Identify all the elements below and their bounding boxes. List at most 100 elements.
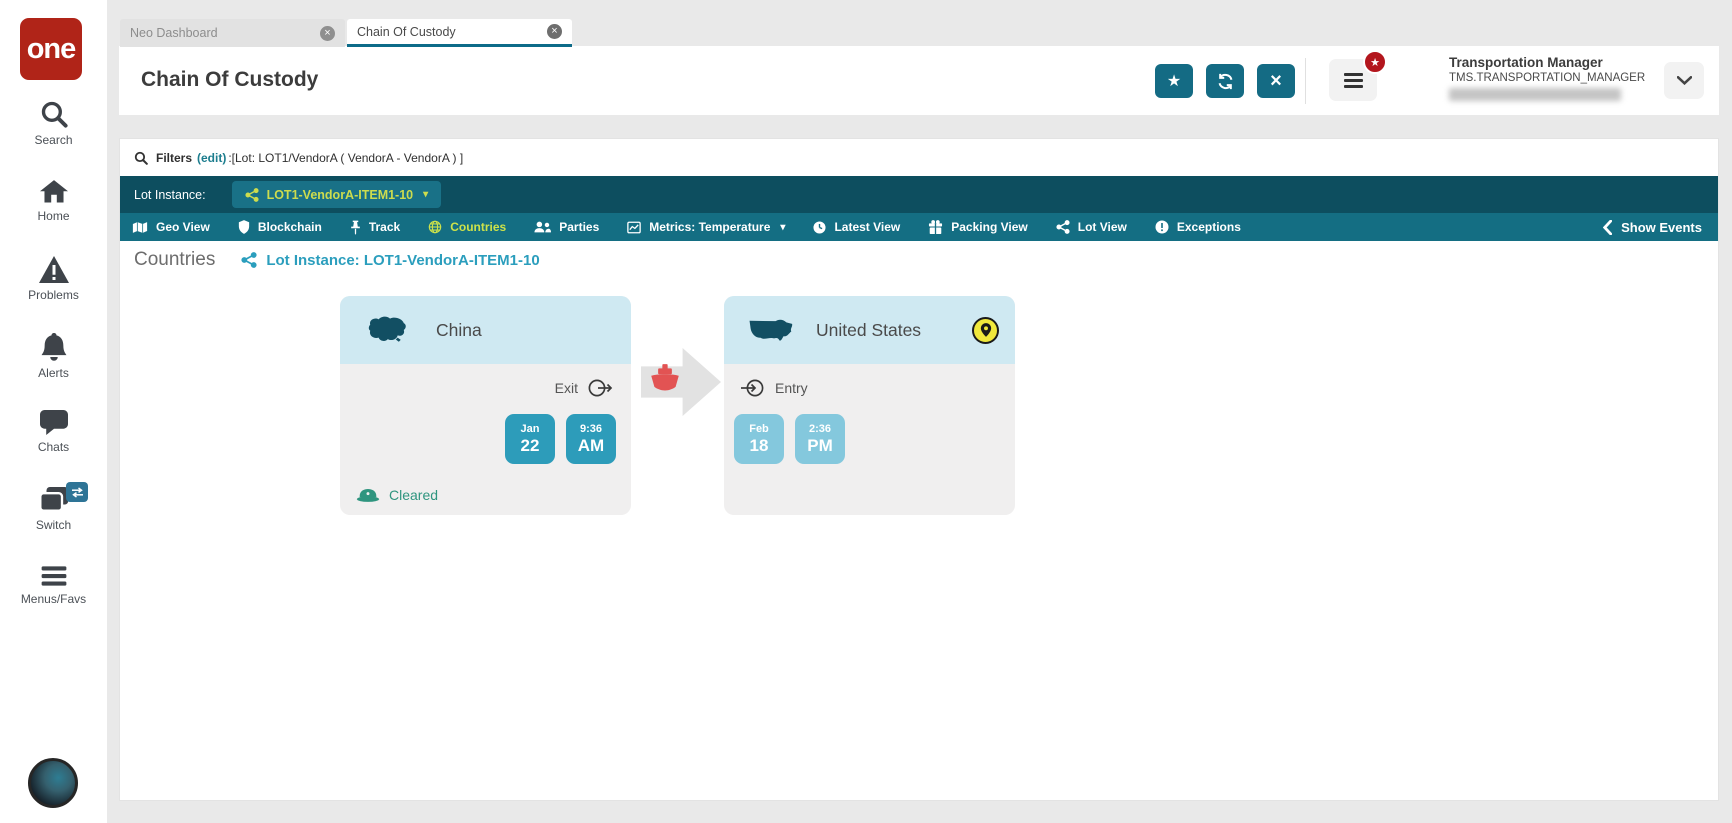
entry-row: Entry	[740, 378, 808, 398]
nav-label: Blockchain	[257, 220, 322, 234]
sidebar-item-alerts[interactable]: Alerts	[0, 333, 107, 380]
sidebar-item-menus-favs[interactable]: Menus/Favs	[0, 565, 107, 606]
lot-instance-link[interactable]: Lot Instance: LOT1-VendorA-ITEM1-10	[241, 252, 540, 269]
switch-windows-icon	[0, 482, 107, 513]
refresh-button[interactable]	[1206, 64, 1244, 98]
tab-close-icon[interactable]: ×	[320, 25, 335, 41]
user-login: TMS.TRANSPORTATION_MANAGER	[1449, 72, 1646, 84]
header-actions: ★ ×	[1155, 64, 1295, 98]
map-icon	[132, 221, 148, 234]
shield-icon	[238, 220, 250, 234]
entry-datetime: Feb 18 2:36 PM	[734, 414, 845, 464]
tab-neo-dashboard[interactable]: Neo Dashboard ×	[120, 19, 345, 47]
chevron-down-icon	[1676, 76, 1692, 85]
tab-close-icon[interactable]: ×	[547, 24, 562, 39]
united-states-map-icon	[748, 315, 794, 345]
tab-track[interactable]: Track	[350, 220, 400, 235]
nav-label: Track	[368, 220, 401, 234]
sidebar-label: Alerts	[38, 366, 69, 380]
share-icon	[245, 187, 259, 202]
filters-edit-link[interactable]: (edit)	[197, 151, 226, 165]
user-avatar[interactable]	[28, 758, 78, 808]
tab-packing-view[interactable]: Packing View	[928, 220, 1028, 234]
time-value: 9:36	[579, 422, 603, 435]
exit-arrow-icon	[587, 378, 613, 398]
one-logo-text: one	[26, 32, 77, 65]
share-icon	[241, 252, 257, 268]
date-month: Feb	[749, 422, 769, 435]
nav-label: Parties	[559, 220, 600, 234]
nav-label: Packing View	[951, 220, 1028, 234]
nav-label: Geo View	[156, 220, 210, 234]
tab-latest-view[interactable]: Latest View	[813, 220, 900, 234]
close-button[interactable]: ×	[1257, 64, 1295, 98]
lot-instance-dropdown[interactable]: LOT1-VendorA-ITEM1-10 ▾	[231, 181, 442, 208]
entry-label: Entry	[775, 380, 808, 396]
tab-geo-view[interactable]: Geo View	[132, 220, 210, 234]
filters-label: Filters	[156, 150, 193, 165]
thumbtack-icon	[350, 220, 361, 235]
globe-icon	[428, 220, 442, 234]
one-logo[interactable]: one	[20, 18, 82, 80]
sidebar-item-chats[interactable]: Chats	[0, 410, 107, 454]
clock-icon	[813, 220, 826, 234]
sidebar-item-switch[interactable]: Switch	[0, 482, 107, 532]
tab-countries[interactable]: Countries	[428, 220, 506, 234]
country-card-header: United States	[724, 296, 1015, 364]
tab-label: Neo Dashboard	[130, 26, 218, 40]
date-day: 22	[520, 435, 540, 455]
content-heading-row: Countries Lot Instance: LOT1-VendorA-ITE…	[134, 249, 540, 271]
star-icon: ★	[1370, 56, 1380, 69]
nav-label: Countries	[450, 220, 507, 234]
sidebar-item-search[interactable]: Search	[0, 100, 107, 147]
notifications-menu-button[interactable]: ★	[1329, 50, 1387, 101]
favorite-button[interactable]: ★	[1155, 64, 1193, 98]
lot-instance-bar: Lot Instance: LOT1-VendorA-ITEM1-10 ▾	[120, 176, 1718, 213]
home-icon	[0, 180, 107, 204]
countries-heading: Countries	[134, 249, 216, 270]
search-icon	[0, 100, 107, 128]
show-events-button[interactable]: Show Events	[1603, 219, 1702, 235]
users-icon	[534, 221, 552, 233]
chat-bubble-icon	[0, 410, 107, 435]
page-header: Chain Of Custody ★ × ★ Transportation Ma…	[119, 46, 1719, 115]
sidebar-item-problems[interactable]: Problems	[0, 256, 107, 302]
country-card-united-states[interactable]: United States Entry Feb 18 2:36 PM	[724, 296, 1015, 515]
sidebar-label: Switch	[35, 518, 72, 532]
china-map-icon	[364, 314, 410, 346]
tab-strip: Neo Dashboard × Chain Of Custody ×	[120, 19, 572, 47]
lot-instance-value: LOT1-VendorA-ITEM1-10	[266, 187, 414, 202]
date-day: 18	[749, 435, 769, 455]
time-meridiem: AM	[577, 435, 605, 455]
packing-icon	[928, 220, 943, 234]
exit-datetime: Jan 22 9:36 AM	[505, 414, 616, 464]
sidebar-item-home[interactable]: Home	[0, 180, 107, 223]
nav-label: Metrics: Temperature	[649, 220, 771, 234]
tab-blockchain[interactable]: Blockchain	[238, 220, 322, 234]
header-divider	[1305, 58, 1306, 104]
chart-line-icon	[627, 221, 642, 234]
caret-down-icon: ▾	[423, 189, 429, 200]
sidebar: one Search Home Problems Alerts Chats Sw…	[0, 0, 107, 823]
country-card-china[interactable]: China Exit Jan 22 9:36 AM Cleared	[340, 296, 631, 515]
ship-icon	[647, 363, 683, 396]
lot-instance-label: Lot Instance:	[134, 187, 206, 202]
sidebar-label: Problems	[28, 288, 79, 302]
tab-parties[interactable]: Parties	[534, 220, 599, 234]
current-location-badge	[972, 316, 999, 344]
main-panel: Filters (edit) :[Lot: LOT1/VendorA ( Ven…	[119, 138, 1719, 801]
tab-exceptions[interactable]: Exceptions	[1155, 220, 1241, 234]
date-tile: Feb 18	[734, 414, 784, 464]
date-month: Jan	[520, 422, 540, 435]
user-role: Transportation Manager	[1449, 55, 1603, 70]
tab-chain-of-custody[interactable]: Chain Of Custody ×	[347, 19, 572, 47]
switch-swap-badge-icon[interactable]	[66, 482, 88, 502]
tab-lot-view[interactable]: Lot View	[1056, 220, 1127, 234]
country-card-body: Exit Jan 22 9:36 AM Cleared	[340, 364, 631, 515]
user-dropdown-button[interactable]	[1664, 62, 1704, 99]
tab-metrics-temperature[interactable]: Metrics: Temperature ▾	[627, 220, 785, 234]
tab-label: Chain Of Custody	[357, 24, 456, 39]
customs-status: Cleared	[356, 487, 438, 503]
time-meridiem: PM	[807, 435, 833, 455]
user-info[interactable]: Transportation Manager TMS.TRANSPORTATIO…	[1449, 55, 1645, 101]
